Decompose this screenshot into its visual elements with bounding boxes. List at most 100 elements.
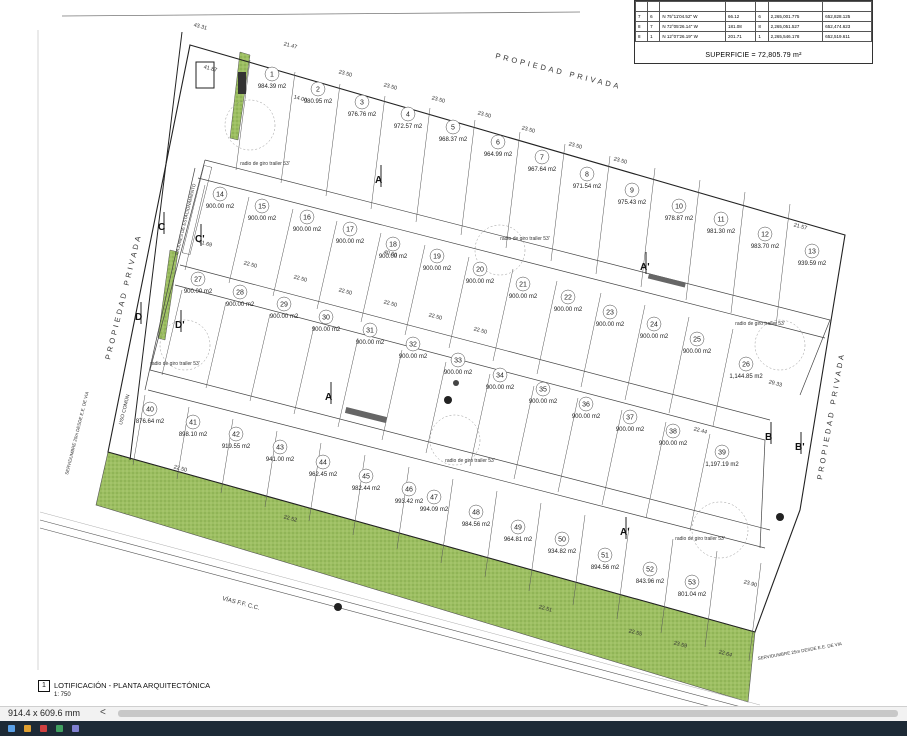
tree-marker (776, 513, 784, 521)
dimension-label: 22.50 (383, 299, 398, 308)
lot-area: 900.00 m2 (206, 204, 235, 210)
lot-area: 1,197.19 m2 (705, 462, 739, 468)
green-strip-topleft (229, 51, 251, 141)
lot-14: 14 900.00 m2 (206, 186, 235, 210)
lot-area: 976.76 m2 (348, 112, 377, 118)
app-icon[interactable] (40, 725, 47, 732)
lot-area: 984.39 m2 (258, 84, 287, 90)
lot-divider (132, 394, 146, 466)
lot-44: 44 962.45 m2 (309, 454, 338, 478)
lot-area: 971.54 m2 (573, 184, 602, 190)
lot-7: 7 967.64 m2 (528, 149, 557, 173)
app-icon[interactable] (56, 725, 63, 732)
lot-48: 48 984.56 m2 (462, 504, 491, 528)
lot-53: 53 801.04 m2 (678, 574, 707, 598)
start-icon[interactable] (8, 725, 15, 732)
scroll-left-arrow[interactable]: < (100, 707, 106, 718)
property-label-left: PROPIEDAD PRIVADA (103, 233, 143, 361)
lot-21: 21 900.00 m2 (509, 276, 538, 300)
lot-number: 13 (808, 249, 816, 256)
site-plan: 1 984.39 m2 2 980.95 m2 3 976.76 m2 4 972.57 m2… (37, 11, 846, 706)
lot-area: 900.00 m2 (444, 370, 473, 376)
lot-area: 900.00 m2 (640, 334, 669, 340)
lot-area: 898.10 m2 (179, 432, 208, 438)
section-marker: D' (175, 320, 185, 331)
lot-area: 994.09 m2 (420, 507, 449, 513)
lot-16: 16 900.00 m2 (293, 209, 322, 233)
table-cell: 8 (634, 31, 649, 42)
lot-divider (360, 232, 382, 323)
lot-divider (689, 433, 711, 532)
table-row: 81N 12°07'26.19" W 201.71 1 2,265,546.178 65… (634, 31, 872, 42)
lot-number: 50 (558, 537, 566, 544)
dimension-label: 23.50 (568, 141, 583, 150)
lot-number: 9 (630, 188, 634, 195)
lot-area: 900.00 m2 (486, 385, 515, 391)
lot-area: 919.55 m2 (222, 444, 251, 450)
lot-number: 35 (539, 387, 547, 394)
lot-divider (448, 256, 470, 349)
lot-32: 32 900.00 m2 (399, 336, 428, 360)
turning-radius-label: radio de giro trailer 53' (735, 321, 785, 327)
lot-4: 4 972.57 m2 (394, 106, 423, 130)
dimension-label: 22.50 (338, 287, 353, 296)
lot-41: 41 898.10 m2 (179, 414, 208, 438)
view-number: 1 (38, 680, 50, 692)
lot-number: 48 (472, 510, 480, 517)
lot-28: 28 900.00 m2 (226, 284, 255, 308)
section-marker: A' (640, 262, 650, 273)
table-cell (755, 1, 769, 12)
lot-29: 29 900.00 m2 (270, 296, 299, 320)
table-cell (724, 1, 757, 12)
lot-area: 900.00 m2 (659, 441, 688, 447)
lot-area: 982.44 m2 (352, 486, 381, 492)
lot-area: 983.70 m2 (751, 244, 780, 250)
lot-6: 6 964.99 m2 (484, 134, 513, 158)
table-cell (647, 1, 661, 12)
lot-45: 45 982.44 m2 (352, 468, 381, 492)
lot-9: 9 975.43 m2 (618, 182, 647, 206)
app-icon[interactable] (24, 725, 31, 732)
dimension-label: 43.31 (193, 22, 208, 31)
lot-number: 44 (319, 460, 327, 467)
lot-number: 45 (362, 474, 370, 481)
lot-52: 52 843.96 m2 (636, 561, 665, 585)
horizontal-scrollbar[interactable] (118, 710, 898, 717)
drawing-viewer[interactable]: 1 984.39 m2 2 980.95 m2 3 976.76 m2 4 972.57 m2… (0, 0, 907, 706)
dimension-label: 14.00 (293, 94, 308, 103)
lot-47: 47 994.09 m2 (420, 489, 449, 513)
lot-area: 900.00 m2 (312, 327, 341, 333)
lot-49: 49 964.81 m2 (504, 519, 533, 543)
lot-area: 900.00 m2 (466, 279, 495, 285)
lot-divider (685, 179, 701, 301)
turning-radius-label: radio de giro trailer 53' (445, 458, 495, 464)
lot-46: 46 993.42 m2 (395, 481, 424, 505)
table-cell: 66.12 (724, 11, 757, 22)
lot-number: 27 (194, 277, 202, 284)
lot-34: 34 900.00 m2 (486, 367, 515, 391)
table-cell: N 12°07'26.19" W (659, 31, 726, 42)
lot-number: 47 (430, 495, 438, 502)
table-cell: 1 (647, 31, 661, 42)
lot-area: 967.64 m2 (528, 167, 557, 173)
lot-23: 23 900.00 m2 (596, 304, 625, 328)
lot-number: 46 (405, 487, 413, 494)
lot-number: 33 (454, 358, 462, 365)
lot-area: 1,144.85 m2 (729, 374, 763, 380)
lot-area: 900.00 m2 (683, 349, 712, 355)
table-cell: 201.71 (724, 31, 757, 42)
lot-divider (205, 301, 227, 389)
lot-area: 993.42 m2 (395, 499, 424, 505)
lot-divider (595, 155, 611, 275)
table-cell (634, 1, 649, 12)
lot-42: 42 919.55 m2 (222, 426, 251, 450)
lot-number: 1 (270, 72, 274, 79)
table-cell: 2,265,051.527 (767, 21, 824, 32)
app-icon[interactable] (72, 725, 79, 732)
dimension-label: 23.50 (613, 156, 628, 165)
lot-divider (404, 244, 426, 336)
title-block: 1 LOTIFICACIÓN - PLANTA ARQUITECTÓNICA 1:… (38, 680, 210, 698)
lot-divider (381, 349, 403, 441)
table-cell (822, 1, 872, 12)
lot-divider (249, 313, 271, 402)
